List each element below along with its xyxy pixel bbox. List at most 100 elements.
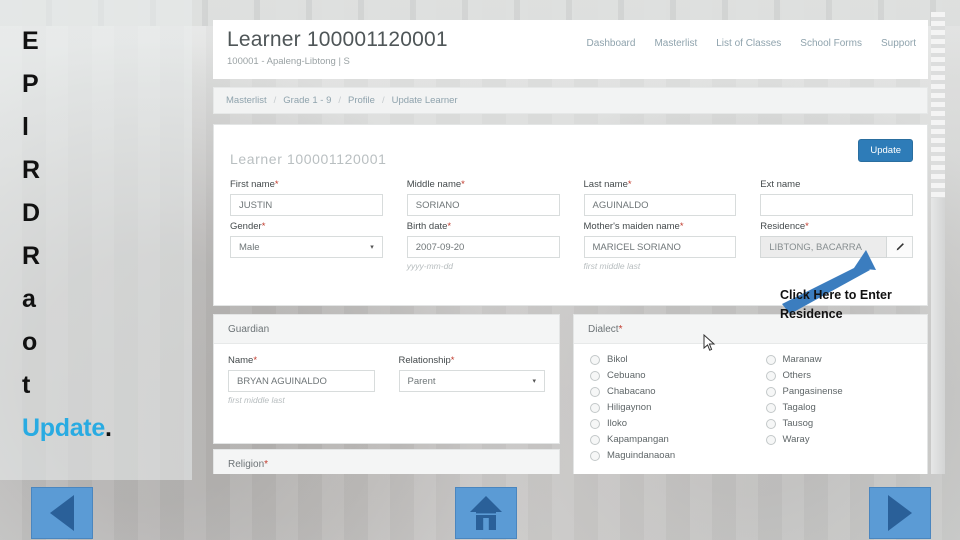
required-mark: * <box>679 221 684 232</box>
dialect-option-tausog[interactable]: Tausog <box>765 418 912 429</box>
mothers-maiden-name-input[interactable]: MARICEL SORIANO <box>583 236 737 258</box>
required-mark: * <box>618 323 623 335</box>
option-label: Hiligaynon <box>607 402 652 413</box>
last-name-input[interactable]: AGUINALDO <box>583 194 737 216</box>
birth-date-input[interactable]: 2007-09-20 <box>406 236 560 258</box>
guardian-card-body: Name* BRYAN AGUINALDO first middle last … <box>214 344 559 421</box>
nav-item-dashboard[interactable]: Dashboard <box>587 38 636 49</box>
option-label: Kapampangan <box>607 434 669 445</box>
caption-line: P <box>22 70 39 98</box>
dialect-option-maranaw[interactable]: Maranaw <box>765 354 912 365</box>
option-label: Tausog <box>782 418 814 429</box>
breadcrumb-item-masterlist[interactable]: Masterlist <box>226 95 267 106</box>
radio-icon <box>765 418 776 429</box>
radio-icon <box>765 402 776 413</box>
label-text: Residence <box>760 221 806 232</box>
field-label: Middle name* <box>407 179 560 190</box>
required-mark: * <box>450 355 455 366</box>
required-mark: * <box>447 221 452 232</box>
dialect-option-others[interactable]: Others <box>765 370 912 381</box>
gender-value: Male <box>239 241 260 253</box>
field-label: Birth date* <box>407 221 560 232</box>
caption-line: D <box>22 199 40 227</box>
app-header: Learner 100001120001 100001 - Apaleng-Li… <box>213 20 928 79</box>
field-gender: Gender* Male ▾ <box>230 221 383 271</box>
radio-icon <box>590 354 600 365</box>
home-icon <box>470 496 502 530</box>
dialect-option-tagalog[interactable]: Tagalog <box>765 402 912 413</box>
card-title: Learner 100001120001 <box>230 151 387 167</box>
breadcrumb-separator: / <box>273 95 277 106</box>
update-button[interactable]: Update <box>858 139 913 162</box>
mouse-cursor <box>703 333 716 357</box>
label-text: Name <box>228 355 254 366</box>
dialect-option-kapampangan[interactable]: Kapampangan <box>590 434 736 445</box>
radio-icon <box>765 370 776 381</box>
field-last-name: Last name* AGUINALDO <box>583 179 737 216</box>
breadcrumb-item-profile[interactable]: Profile <box>348 95 375 106</box>
first-name-input[interactable]: JUSTIN <box>230 194 383 216</box>
caption-line: o <box>22 328 37 356</box>
guardian-relationship-select[interactable]: Parent ▾ <box>398 370 545 392</box>
gender-select[interactable]: Male ▾ <box>230 236 383 258</box>
caption-line-accent: Update. <box>22 407 180 450</box>
breadcrumb-item-update-learner: Update Learner <box>391 95 458 106</box>
label-text: First name <box>230 179 275 190</box>
radio-icon <box>765 386 776 397</box>
caption-line: l <box>22 113 29 141</box>
page-edge-strip <box>931 12 945 474</box>
back-arrow-icon <box>50 495 74 531</box>
dialect-card: Dialect * Bikol Cebuano Chabacano Hiligay… <box>573 314 928 474</box>
page-subtitle: 100001 - Apaleng-Libtong | S <box>227 56 350 67</box>
breadcrumb-item-grade[interactable]: Grade 1 - 9 <box>283 95 331 106</box>
nav-item-support[interactable]: Support <box>881 38 916 49</box>
dialect-option-cebuano[interactable]: Cebuano <box>590 370 736 381</box>
field-label: Mother's maiden name* <box>584 221 737 232</box>
nav-item-school-forms[interactable]: School Forms <box>800 38 862 49</box>
mothers-maiden-name-hint: first middle last <box>583 261 641 271</box>
back-button[interactable] <box>31 487 93 539</box>
dialect-options: Bikol Cebuano Chabacano Hiligaynon Iloko… <box>574 344 927 466</box>
middle-name-input[interactable]: SORIANO <box>406 194 560 216</box>
nav-item-list-of-classes[interactable]: List of Classes <box>716 38 781 49</box>
guardian-form-row: Name* BRYAN AGUINALDO first middle last … <box>228 355 545 405</box>
annotation-callout: Click Here to Enter Residence <box>780 286 955 324</box>
field-middle-name: Middle name* SORIANO <box>406 179 560 216</box>
dialect-option-iloko[interactable]: Iloko <box>590 418 736 429</box>
field-birth-date: Birth date* 2007-09-20 yyyy-mm-dd <box>406 221 560 271</box>
next-button[interactable] <box>869 487 931 539</box>
field-label: Name* <box>228 355 375 366</box>
dialect-option-chabacano[interactable]: Chabacano <box>590 386 736 397</box>
heading-text: Guardian <box>228 323 270 335</box>
radio-icon <box>590 386 600 397</box>
option-label: Waray <box>782 434 810 445</box>
nav-item-masterlist[interactable]: Masterlist <box>654 38 697 49</box>
field-ext-name: Ext name <box>760 179 913 216</box>
radio-icon <box>765 434 776 445</box>
option-label: Cebuano <box>607 370 646 381</box>
caption-line: E <box>22 27 39 55</box>
label-text: Birth date <box>406 221 448 232</box>
pencil-icon[interactable] <box>887 236 913 258</box>
option-label: Iloko <box>607 418 628 429</box>
ext-name-input[interactable] <box>760 194 913 216</box>
guardian-name-input[interactable]: BRYAN AGUINALDO <box>228 370 375 392</box>
breadcrumb-separator: / <box>338 95 341 106</box>
next-arrow-icon <box>888 495 912 531</box>
home-button[interactable] <box>455 487 517 539</box>
dialect-column-right: Maranaw Others Pangasinense Tagalog Taus… <box>765 354 912 466</box>
caption-accent-period: . <box>104 414 112 442</box>
option-label: Pangasinense <box>782 386 843 397</box>
caption-line: a <box>22 285 36 313</box>
heading-text: Religion <box>228 458 265 470</box>
dialect-option-hiligaynon[interactable]: Hiligaynon <box>590 402 736 413</box>
guardian-card-heading: Guardian <box>214 315 559 344</box>
breadcrumb: Masterlist / Grade 1 - 9 / Profile / Upd… <box>213 87 928 114</box>
required-mark: * <box>627 179 632 190</box>
dialect-option-waray[interactable]: Waray <box>765 434 912 445</box>
required-mark: * <box>253 355 258 366</box>
caption-accent-word: Update <box>22 414 105 442</box>
dialect-option-maguindanaoan[interactable]: Maguindanaoan <box>590 450 736 461</box>
dialect-option-pangasinense[interactable]: Pangasinense <box>765 386 912 397</box>
dialect-column-left: Bikol Cebuano Chabacano Hiligaynon Iloko… <box>590 354 736 466</box>
